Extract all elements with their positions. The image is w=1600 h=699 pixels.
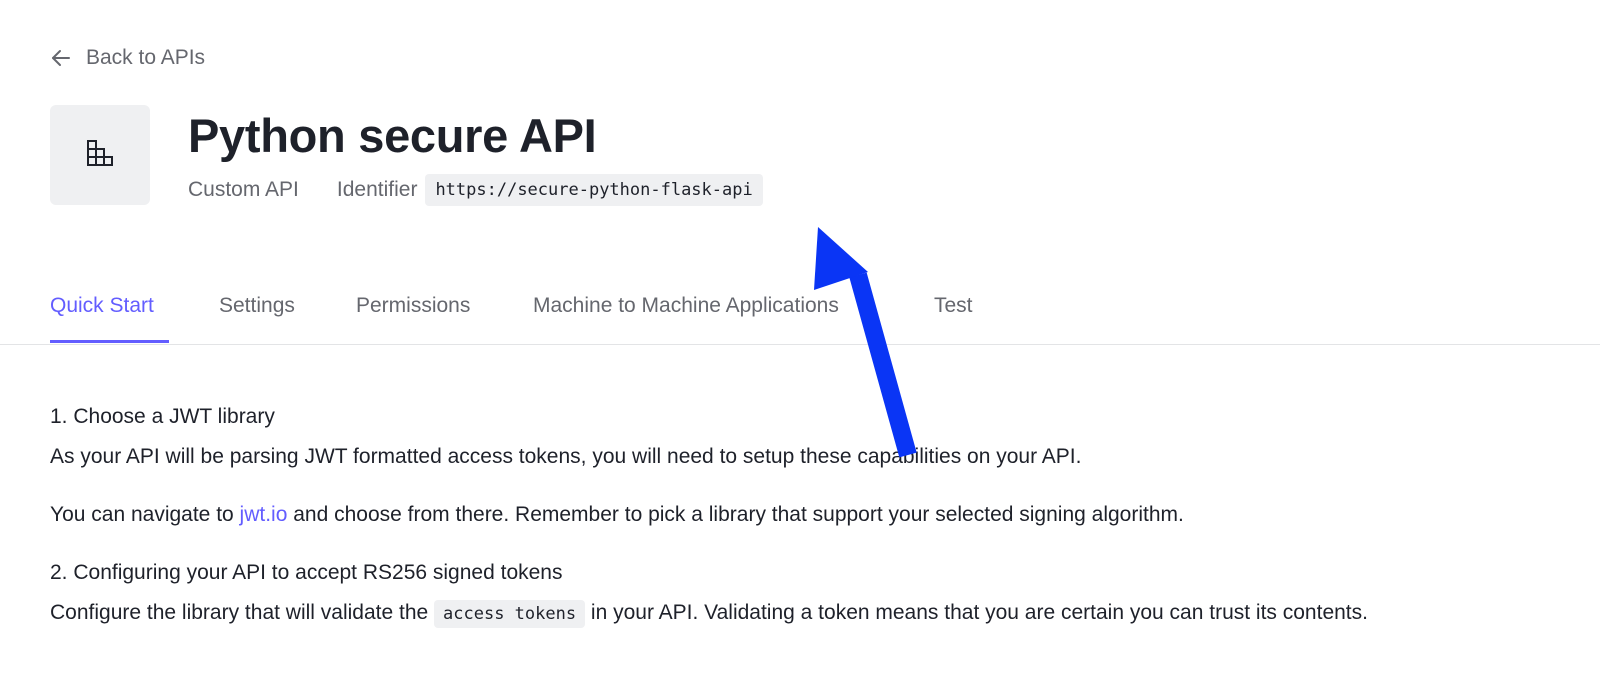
step1-paragraph-1: As your API will be parsing JWT formatte… [50,445,1082,468]
api-type: Custom API [188,178,299,201]
tab-settings[interactable]: Settings [219,294,295,318]
arrow-left-icon [50,47,72,69]
step1-paragraph-2-end: and choose from there. Remember to pick … [287,503,1184,526]
api-blocks-icon [85,138,115,173]
access-tokens-code: access tokens [434,600,586,628]
jwt-io-link[interactable]: jwt.io [240,503,288,526]
tab-test[interactable]: Test [934,294,973,318]
api-meta: Custom API Identifier https://secure-pyt… [188,174,763,206]
back-to-apis-link[interactable]: Back to APIs [50,46,205,70]
tab-machine-to-machine-applications[interactable]: Machine to Machine Applications [533,294,839,318]
back-to-apis-label: Back to APIs [86,46,206,69]
step1-paragraph-2-start: You can navigate to [50,503,240,526]
step2-heading: 2. Configuring your API to accept RS256 … [50,561,563,584]
identifier-label: Identifier [336,178,418,201]
step2-paragraph-end: in your API. Validating a token means th… [585,601,1368,624]
tab-bar: Quick Start Settings Permissions Machine… [0,282,1600,345]
step1-paragraph-2: You can navigate to jwt.io and choose fr… [50,500,1590,530]
identifier-value[interactable]: https://secure-python-flask-api [425,174,763,206]
api-logo [50,105,150,205]
step1-heading: 1. Choose a JWT library [50,405,275,428]
active-tab-indicator [50,340,169,343]
quick-start-content: 1. Choose a JWT library As your API will… [50,402,1590,629]
step2-paragraph-start: Configure the library that will validate… [50,601,435,624]
tab-quick-start[interactable]: Quick Start [50,294,154,318]
tab-permissions[interactable]: Permissions [356,294,470,318]
step2-paragraph: Configure the library that will validate… [50,598,1590,629]
page-title: Python secure API [188,109,597,162]
